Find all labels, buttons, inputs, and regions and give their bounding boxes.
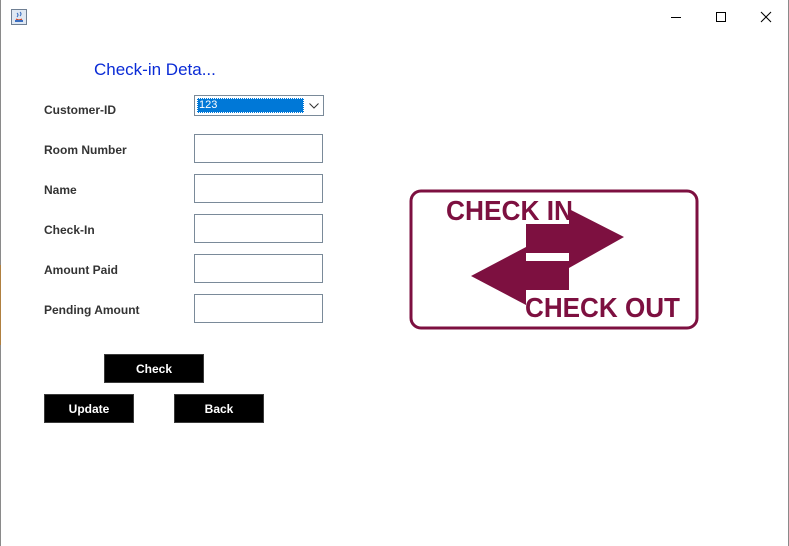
close-icon <box>760 11 772 23</box>
room-number-label: Room Number <box>44 143 127 157</box>
check-in-field[interactable] <box>194 214 323 243</box>
title-bar[interactable] <box>1 0 788 34</box>
customer-id-selected-value: 123 <box>197 98 304 113</box>
minimize-button[interactable] <box>653 0 699 34</box>
check-button[interactable]: Check <box>104 354 204 383</box>
back-button[interactable]: Back <box>174 394 264 423</box>
check-in-label: Check-In <box>44 223 95 237</box>
name-field[interactable] <box>194 174 323 203</box>
close-button[interactable] <box>743 0 789 34</box>
pending-amount-label: Pending Amount <box>44 303 140 317</box>
customer-id-label: Customer-ID <box>44 103 117 117</box>
desktop-edge <box>0 265 1 345</box>
room-number-field[interactable] <box>194 134 323 163</box>
minimize-icon <box>671 17 681 18</box>
pending-amount-field[interactable] <box>194 294 323 323</box>
update-button[interactable]: Update <box>44 394 134 423</box>
logo-check-in-text: CHECK IN <box>446 195 573 226</box>
combo-dropdown-button[interactable] <box>304 96 323 115</box>
customer-id-combobox[interactable]: 123 <box>194 95 324 116</box>
java-app-icon <box>11 9 27 25</box>
chevron-down-icon <box>308 102 319 109</box>
form-title: Check-in Deta... <box>94 60 216 79</box>
app-window: Check-in Deta... Customer-ID 123 Room Nu… <box>0 0 789 546</box>
name-label: Name <box>44 183 77 197</box>
maximize-button[interactable] <box>698 0 744 34</box>
check-in-check-out-logo: CHECK IN CHECK OUT <box>409 189 699 330</box>
maximize-icon <box>716 12 726 22</box>
amount-paid-label: Amount Paid <box>44 263 118 277</box>
amount-paid-field[interactable] <box>194 254 323 283</box>
logo-check-out-text: CHECK OUT <box>525 292 680 323</box>
